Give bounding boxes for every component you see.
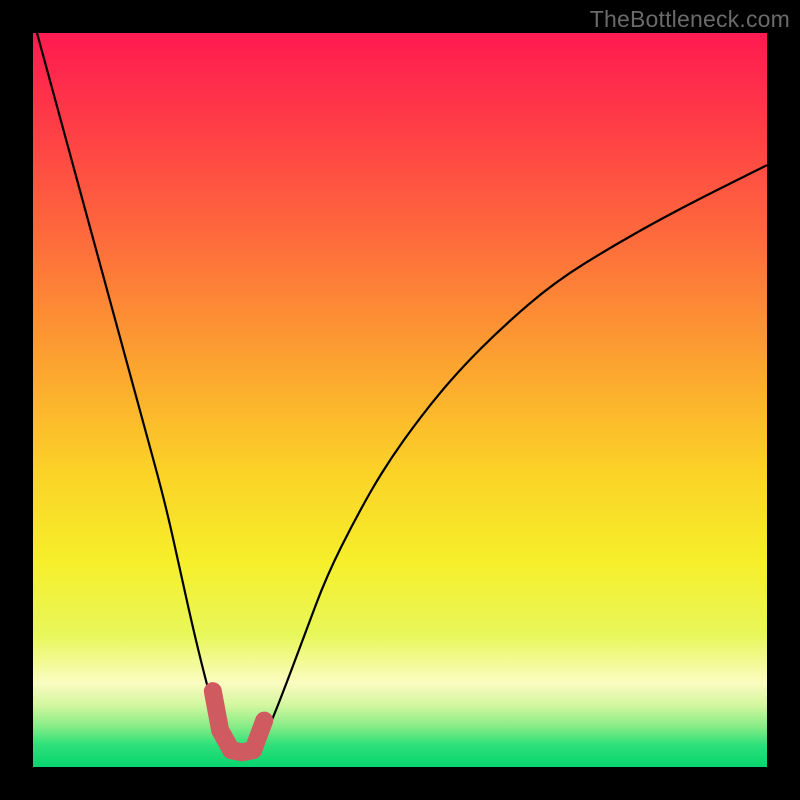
plot-area: [33, 33, 767, 767]
watermark-text: TheBottleneck.com: [590, 6, 790, 33]
bottleneck-curve: [33, 33, 767, 752]
trough-marker: [213, 691, 264, 752]
chart-stage: TheBottleneck.com: [0, 0, 800, 800]
curve-layer: [33, 33, 767, 767]
